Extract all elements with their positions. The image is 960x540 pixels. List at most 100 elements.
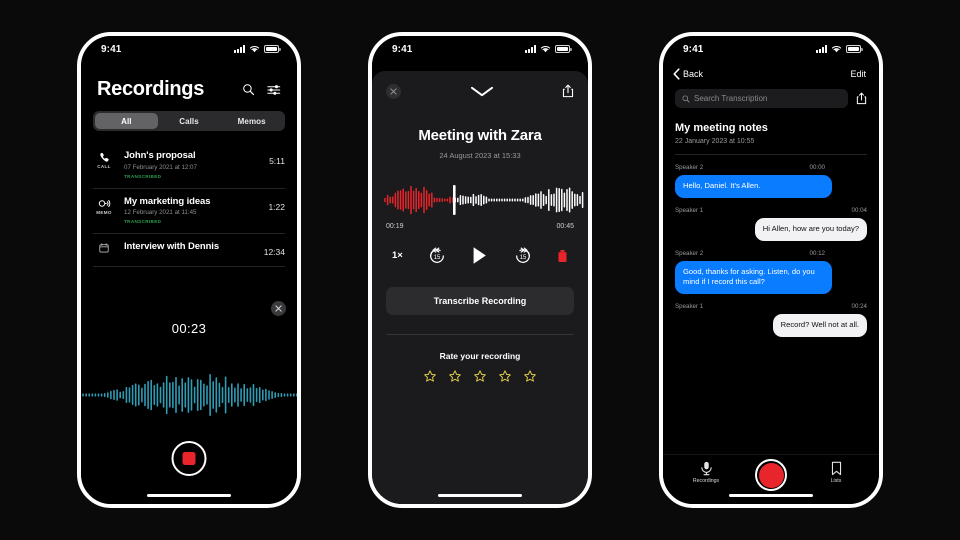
cellular-signal-icon	[234, 45, 245, 53]
tab-lists[interactable]: Lists	[815, 461, 857, 484]
share-icon[interactable]	[856, 92, 867, 105]
page-title: Recordings	[97, 78, 205, 100]
home-indicator	[147, 493, 231, 497]
rating-stars[interactable]	[372, 370, 588, 382]
battery-icon	[555, 45, 572, 53]
recording-row-1[interactable]: MEMO My marketing ideas 12 February 2021…	[93, 189, 285, 234]
recording-row-0[interactable]: CALL John's proposal 07 February 2021 at…	[93, 143, 285, 189]
turn-bubble-2[interactable]: Good, thanks for asking. Listen, do you …	[675, 260, 832, 295]
recording-duration-1: 1:22	[268, 201, 285, 212]
wifi-icon	[540, 46, 551, 53]
turn-meta-1: Speaker 1 00:04	[675, 207, 867, 214]
recording-date-0: 07 February 2021 at 12:07	[124, 163, 197, 171]
star-icon-5[interactable]	[524, 370, 536, 382]
back-label: Back	[683, 68, 704, 79]
transcript-turn-2[interactable]: Speaker 2 00:12 Good, thanks for asking.…	[675, 250, 867, 295]
filter-segmented-control[interactable]: All Calls Memos	[93, 111, 285, 131]
turn-speaker-1: Speaker 1	[675, 206, 704, 214]
wifi-icon	[831, 46, 842, 53]
close-icon[interactable]	[386, 83, 401, 99]
player-subtitle: 24 August 2023 at 15:33	[439, 151, 521, 160]
turn-time-1: 00:04	[851, 206, 867, 214]
recording-row-2[interactable]: Interview with Dennis 12:34	[93, 234, 285, 267]
recording-info-2: Interview with Dennis	[124, 241, 255, 255]
status-bar: 9:41	[372, 36, 588, 62]
star-icon-2[interactable]	[449, 370, 461, 382]
trash-icon[interactable]	[557, 249, 568, 263]
divider	[386, 334, 574, 335]
search-input[interactable]: Search Transcription	[675, 89, 848, 108]
recording-type-label-0: CALL	[97, 164, 111, 169]
recording-type-icon-group: CALL	[93, 150, 115, 169]
search-icon	[682, 94, 690, 103]
navigation-bar: Back Edit	[663, 62, 879, 82]
transcribe-recording-button[interactable]: Transcribe Recording	[386, 287, 574, 315]
turn-bubble-3[interactable]: Record? Well not at all.	[772, 314, 867, 337]
segment-calls[interactable]: Calls	[158, 113, 221, 129]
star-icon-1[interactable]	[424, 370, 436, 382]
forward-15-icon[interactable]: 15	[514, 246, 532, 265]
chevron-down-icon[interactable]	[470, 86, 494, 97]
recording-date-1: 12 February 2021 at 11:45	[124, 209, 197, 216]
back-button[interactable]: Back	[673, 67, 704, 80]
recording-duration-0: 5:11	[269, 156, 285, 166]
voice-memo-icon	[98, 199, 110, 207]
play-icon[interactable]	[471, 246, 488, 265]
recording-type-icon-group	[93, 241, 115, 254]
search-icon[interactable]	[242, 83, 255, 96]
recording-type-icon-group: MEMO	[93, 196, 115, 215]
screen-1: 9:41 Recordings All Calls Memos CALL Joh…	[81, 36, 297, 504]
turn-meta-0: Speaker 2 00:00	[675, 164, 825, 171]
home-indicator	[729, 493, 813, 497]
turn-bubble-0[interactable]: Hello, Daniel. It's Allen.	[675, 175, 832, 198]
segment-memos[interactable]: Memos	[220, 113, 283, 129]
transcript-turn-1[interactable]: Speaker 1 00:04 Hi Allen, how are you to…	[675, 207, 867, 241]
filter-sliders-icon[interactable]	[267, 84, 281, 96]
tab-label-recordings: Recordings	[692, 478, 720, 484]
stop-recording-button[interactable]	[171, 441, 207, 476]
turn-speaker-0: Speaker 2	[675, 164, 704, 171]
search-placeholder: Search Transcription	[694, 94, 768, 103]
edit-button[interactable]: Edit	[850, 69, 866, 79]
cellular-signal-icon	[816, 45, 827, 53]
share-icon[interactable]	[562, 84, 574, 98]
screen-2: 9:41 Meeting with Zara 24 August 2023 at…	[372, 36, 588, 504]
rewind-15-icon[interactable]: 15	[428, 246, 446, 265]
transcript-turns: Speaker 2 00:00 Hello, Daniel. It's Alle…	[675, 155, 867, 504]
tab-recordings[interactable]: Recordings	[685, 461, 727, 484]
player-sheet: Meeting with Zara 24 August 2023 at 15:3…	[372, 71, 588, 504]
sheet-backdrop-gap	[372, 62, 588, 71]
player-title: Meeting with Zara	[418, 127, 542, 144]
tab-label-lists: Lists	[830, 478, 842, 484]
playback-speed-button[interactable]: 1×	[392, 250, 403, 261]
player-waveform[interactable]	[383, 183, 584, 217]
player-time-row: 00:19 00:45	[386, 223, 574, 230]
status-icons	[816, 45, 863, 53]
star-icon-3[interactable]	[474, 370, 486, 382]
turn-bubble-1[interactable]: Hi Allen, how are you today?	[754, 217, 867, 241]
turn-speaker-2: Speaker 2	[675, 249, 704, 257]
calendar-icon	[99, 243, 109, 253]
microphone-icon	[700, 461, 712, 476]
live-waveform	[81, 372, 297, 418]
transcript-turn-3[interactable]: Speaker 1 00:24 Record? Well not at all.	[675, 303, 867, 337]
status-icons	[525, 45, 572, 53]
status-icons	[234, 45, 281, 53]
player-controls: 1× 15 15	[392, 246, 568, 265]
playhead	[453, 185, 456, 215]
live-waveform-svg	[82, 373, 297, 417]
recordings-header: Recordings	[81, 62, 297, 111]
close-icon[interactable]	[271, 301, 286, 316]
player-waveform-svg	[384, 185, 584, 215]
segment-all[interactable]: All	[95, 113, 158, 129]
phone-player: 9:41 Meeting with Zara 24 August 2023 at…	[368, 32, 592, 508]
record-button[interactable]	[755, 459, 787, 491]
turn-time-0: 00:00	[809, 164, 825, 171]
recording-status-badge-1: TRANSCRIBED	[124, 219, 162, 224]
wifi-icon	[249, 46, 260, 53]
star-icon-4[interactable]	[499, 370, 511, 382]
transcript-turn-0[interactable]: Speaker 2 00:00 Hello, Daniel. It's Alle…	[675, 164, 867, 198]
status-time: 9:41	[683, 43, 704, 55]
transcription-date: 22 January 2023 at 10:55	[675, 138, 755, 145]
status-time: 9:41	[101, 43, 122, 55]
